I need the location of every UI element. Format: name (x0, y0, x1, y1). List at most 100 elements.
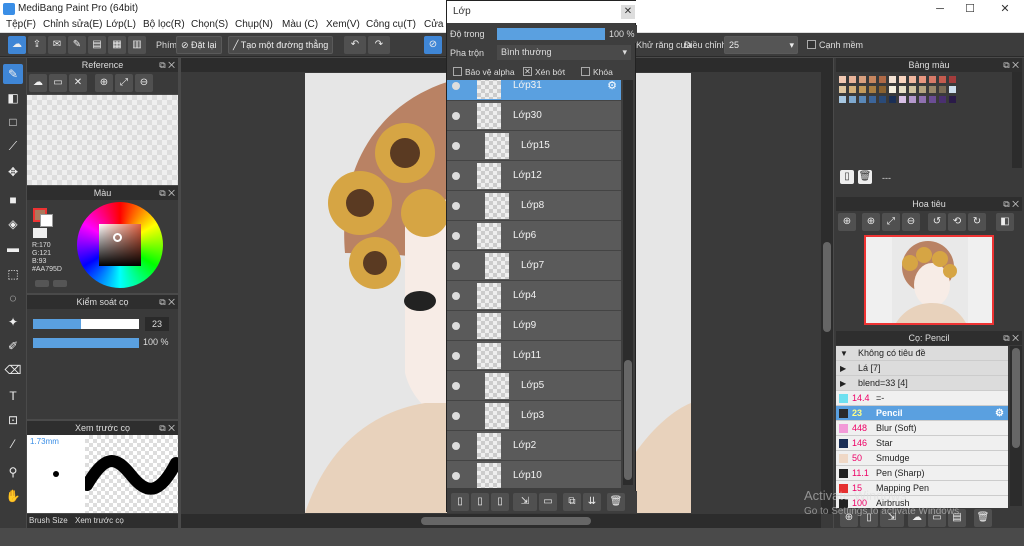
v-scroll-thumb[interactable] (823, 242, 831, 332)
palette-swatch[interactable] (949, 76, 956, 83)
add-swatch-icon[interactable]: ▯ (840, 170, 854, 184)
eye-icon[interactable] (452, 382, 460, 390)
layer-row[interactable]: Lớp9 (447, 311, 621, 341)
palette-swatch[interactable] (839, 76, 846, 83)
panel-close-icon[interactable]: ⧉ ✕ (1003, 331, 1019, 345)
nav-fit-icon[interactable]: ⤢ (882, 213, 900, 231)
brush-opacity-slider[interactable] (33, 338, 139, 348)
vertical-scrollbar[interactable] (821, 72, 833, 514)
eye-icon[interactable] (452, 262, 460, 270)
layer-row[interactable]: Lớp12 (447, 161, 621, 191)
layer-row[interactable]: Lớp30 (447, 101, 621, 131)
merge-layer-icon[interactable]: ⇊ (583, 493, 601, 511)
palette-swatch[interactable] (899, 96, 906, 103)
layer-row[interactable]: Lớp4 (447, 281, 621, 311)
brush-scrollbar[interactable] (1010, 346, 1022, 506)
nav-zoom-in2-icon[interactable]: ⊕ (862, 213, 880, 231)
palette-swatch[interactable] (909, 76, 916, 83)
brush-scroll-thumb[interactable] (1012, 348, 1020, 448)
sub-color-swatch[interactable] (40, 214, 53, 227)
lock-checkbox[interactable] (581, 67, 590, 76)
brush-group[interactable]: ▶ Lá [7] (836, 361, 1008, 376)
navigator-preview[interactable] (864, 235, 994, 325)
plus-icon[interactable] (35, 280, 49, 287)
panel-close-icon[interactable]: ⧉ ✕ (1003, 197, 1019, 211)
brush-group[interactable]: ▶ blend=33 [4] (836, 376, 1008, 391)
eye-icon[interactable] (452, 82, 460, 90)
magic-wand-icon[interactable]: ✦ (3, 312, 23, 332)
delete-layer-icon[interactable]: 🗑 (607, 493, 625, 511)
brush-tool-icon[interactable]: ✎ (3, 64, 23, 84)
menu-edit[interactable]: Chỉnh sửa(E) (43, 19, 103, 30)
lasso-tool-icon[interactable]: ◌ (3, 288, 23, 308)
chat-icon[interactable]: ✉ (48, 36, 66, 54)
palette-swatch[interactable] (909, 86, 916, 93)
close-button[interactable]: ✕ (990, 0, 1020, 18)
delete-brush-icon[interactable]: 🗑 (974, 509, 992, 527)
rect-select-icon[interactable]: □ (3, 112, 23, 132)
brush-item[interactable]: 146 Star (836, 436, 1008, 451)
palette-swatch[interactable] (839, 96, 846, 103)
duplicate-layer-icon[interactable]: ⧉ (563, 493, 581, 511)
layout-icon[interactable]: ▥ (128, 36, 146, 54)
expand-icon[interactable]: ▶ (840, 376, 846, 391)
transparent-swatch[interactable] (33, 228, 47, 238)
palette-swatch[interactable] (849, 76, 856, 83)
palette-swatch[interactable] (889, 96, 896, 103)
palette-swatch[interactable] (859, 86, 866, 93)
layer-row[interactable]: Lớp15 (447, 131, 621, 161)
nav-zoom-in-icon[interactable]: ⊕ (838, 213, 856, 231)
brush-size-value[interactable]: 23 (145, 317, 169, 331)
tab-brush-preview[interactable]: Xem trước cọ (75, 516, 124, 525)
select-pen-icon[interactable]: ✐ (3, 336, 23, 356)
zoom-in-icon[interactable]: ⊕ (95, 74, 113, 92)
panel-close-icon[interactable]: ⧉ ✕ (159, 295, 175, 309)
new-layer-icon[interactable]: ▯ (451, 493, 469, 511)
layer-scroll-thumb[interactable] (624, 360, 632, 480)
palette-swatch[interactable] (949, 86, 956, 93)
palette-swatch[interactable] (869, 86, 876, 93)
palette-swatch[interactable] (859, 76, 866, 83)
panel-close-icon[interactable]: ⧉ ✕ (1003, 58, 1019, 72)
forbid-icon[interactable]: ⊘ (424, 36, 442, 54)
flip-icon[interactable]: ◧ (996, 213, 1014, 231)
move-tool-icon[interactable]: ✥ (3, 162, 23, 182)
palette-swatch[interactable] (929, 86, 936, 93)
brush-item[interactable]: 50 Smudge (836, 451, 1008, 466)
color-square[interactable] (99, 224, 141, 266)
layer-window-close[interactable]: ✕ (621, 5, 635, 19)
protect-alpha-checkbox[interactable] (453, 67, 462, 76)
layer-menu-icon[interactable]: ⇲ (513, 493, 537, 511)
menu-file[interactable]: Tệp(F) (6, 19, 36, 30)
brush-group[interactable]: ▼ Không có tiêu đề (836, 346, 1008, 361)
delete-swatch-icon[interactable]: 🗑 (858, 170, 872, 184)
palette-swatch[interactable] (869, 76, 876, 83)
h-scroll-thumb[interactable] (421, 517, 591, 525)
expand-icon[interactable]: ▼ (840, 346, 848, 361)
brush-item[interactable]: 23 Pencil ⚙ (836, 406, 1008, 421)
new-folder-icon[interactable]: ▭ (539, 493, 557, 511)
fit-icon[interactable]: ⤢ (115, 74, 133, 92)
eyedropper-icon[interactable]: ⚲ (3, 462, 23, 482)
select-tool-icon[interactable]: ⬚ (3, 264, 23, 284)
layer-row[interactable]: Lớp6 (447, 221, 621, 251)
eye-icon[interactable] (452, 292, 460, 300)
palette-swatch[interactable] (919, 86, 926, 93)
nav-reset-icon[interactable]: ⟲ (948, 213, 966, 231)
layer-row[interactable]: Lớp2 (447, 431, 621, 461)
horizontal-scrollbar[interactable] (181, 514, 821, 528)
palette-swatch[interactable] (929, 76, 936, 83)
palette-swatch[interactable] (839, 86, 846, 93)
layer-opacity-slider[interactable] (497, 28, 605, 40)
layer-row[interactable]: Lớp7 (447, 251, 621, 281)
palette-swatch[interactable] (949, 96, 956, 103)
menu-filter[interactable]: Bộ lọc(R) (143, 19, 185, 30)
palette-swatch[interactable] (899, 86, 906, 93)
eye-icon[interactable] (452, 232, 460, 240)
panel-close-icon[interactable]: ⧉ ✕ (159, 186, 175, 200)
create-line-button[interactable]: ╱ Tạo một đường thẳng (228, 36, 334, 54)
gradient-tool-icon[interactable]: ▬ (3, 238, 23, 258)
maximize-button[interactable]: ☐ (955, 0, 985, 18)
share-icon[interactable]: ⇪ (28, 36, 46, 54)
layer-row[interactable]: Lớp31 ⚙ (447, 80, 621, 101)
